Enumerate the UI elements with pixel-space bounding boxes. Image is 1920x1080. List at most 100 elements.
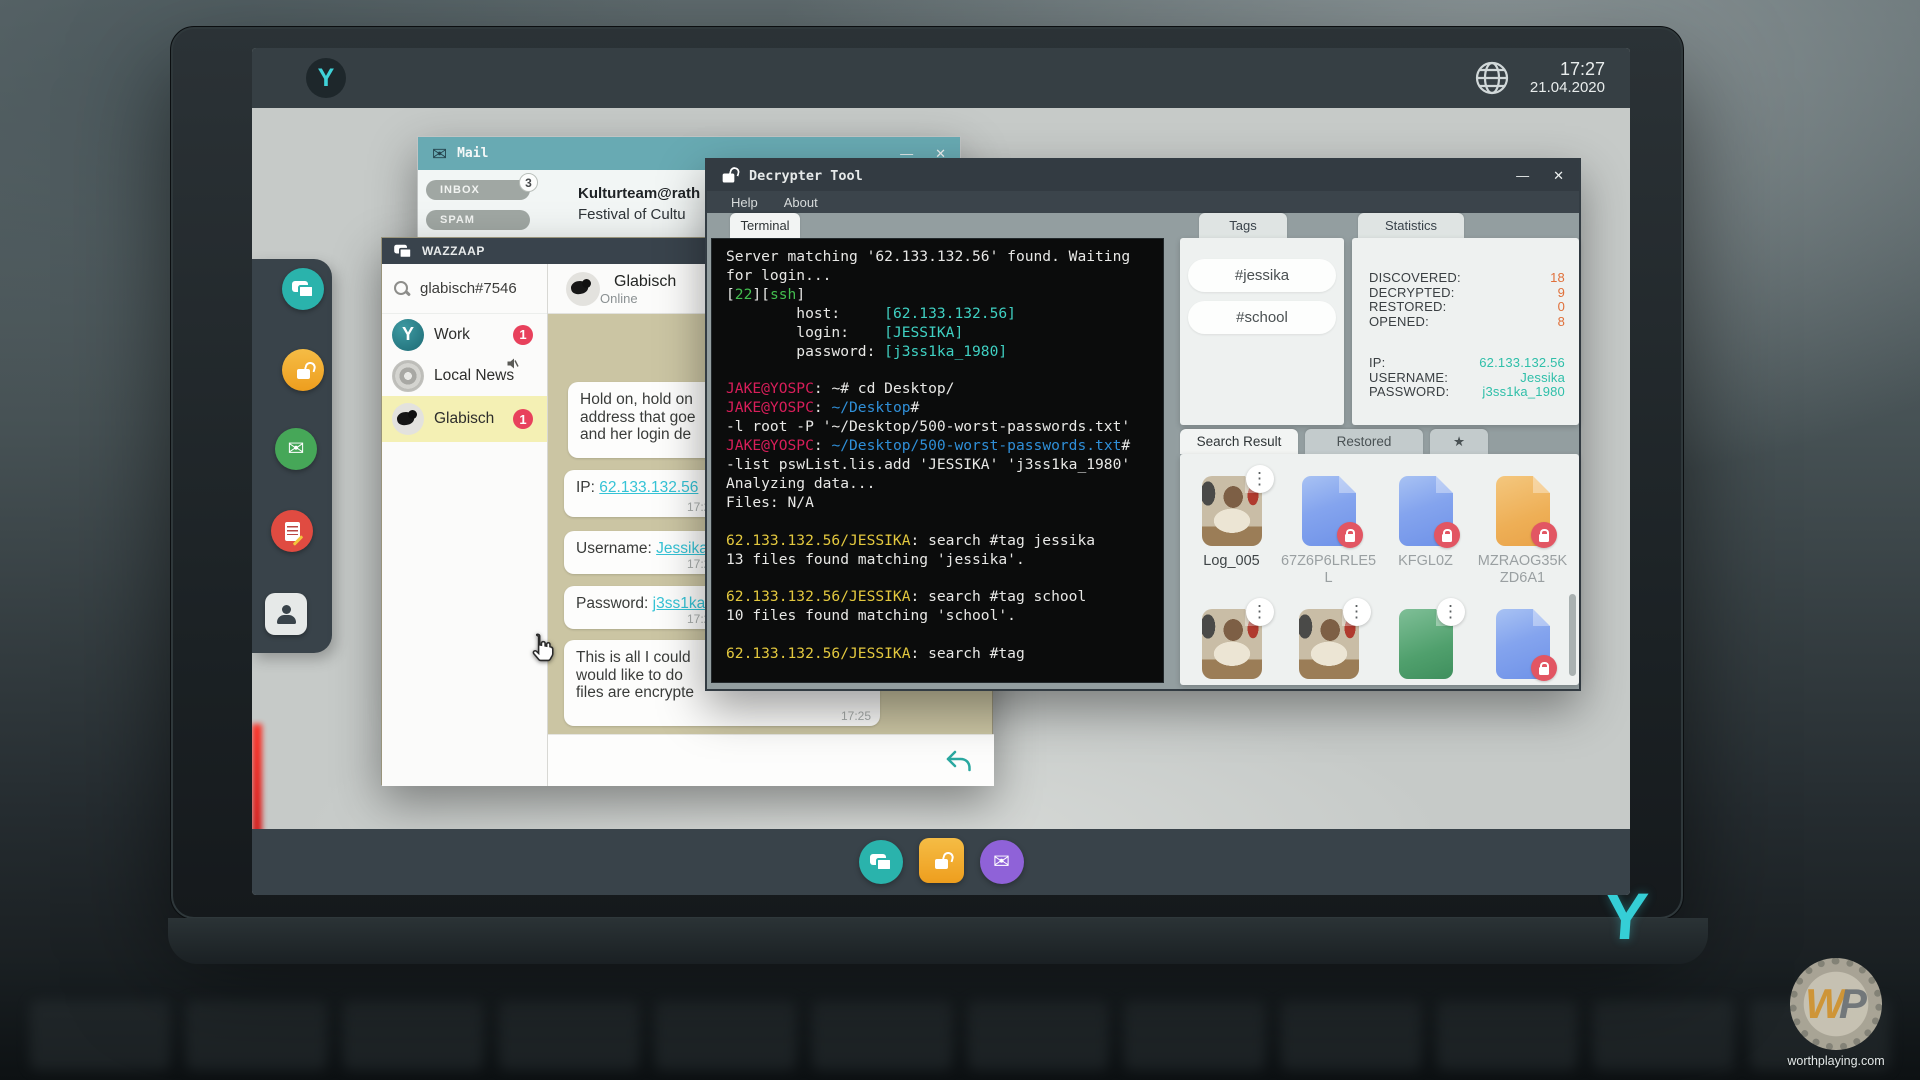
file-item[interactable]: ⋮ (1280, 597, 1377, 730)
cred-value: j3ss1ka_1980 (1482, 385, 1565, 400)
tag-school[interactable]: #school (1188, 301, 1336, 334)
y-os-logo-icon[interactable]: Y (306, 58, 346, 98)
reply-arrow-icon[interactable] (945, 749, 972, 772)
tab-favorites[interactable]: ★ (1430, 429, 1488, 454)
cred-label: USERNAME: (1369, 371, 1448, 386)
decrypter-close-button[interactable]: ✕ (1553, 169, 1564, 182)
file-item[interactable]: MZRAOG35KZD6A1 (1474, 464, 1571, 597)
terminal-line (726, 626, 1149, 645)
inbox-button[interactable]: INBOX 3 (426, 180, 530, 200)
terminal-line: 13 files found matching 'jessika'. (726, 551, 1149, 570)
tab-tags[interactable]: Tags (1199, 213, 1287, 238)
lock-badge-icon (1531, 522, 1557, 548)
tab-search-result[interactable]: Search Result (1180, 429, 1298, 454)
tags-panel: #jessika #school (1180, 238, 1344, 425)
stat-value: 9 (1558, 286, 1565, 301)
contact-name: Work (434, 326, 470, 344)
dock-decrypter-app-icon[interactable] (282, 349, 324, 391)
mail-preview-item[interactable]: Kulturteam@rath Festival of Cultu (578, 180, 700, 240)
terminal-output[interactable]: Server matching '62.133.132.56' found. W… (711, 238, 1164, 683)
file-label: Log_005 (1183, 553, 1280, 570)
dock-notes-app-icon[interactable] (271, 510, 313, 552)
file-item[interactable] (1474, 597, 1571, 730)
terminal-line: Analyzing data... (726, 475, 1149, 494)
menu-help[interactable]: Help (731, 195, 758, 210)
file-menu-button[interactable]: ⋮ (1246, 465, 1274, 493)
file-menu-button[interactable]: ⋮ (1437, 598, 1465, 626)
terminal-line: Server matching '62.133.132.56' found. W… (726, 248, 1149, 267)
wp-letter-p: P (1839, 980, 1867, 1028)
decrypter-lock-icon (723, 174, 735, 183)
dock-chat-app-icon[interactable] (282, 268, 324, 310)
chat-peer-status: Online (600, 291, 676, 306)
clock: 17:27 21.04.2020 (1530, 59, 1605, 97)
local-news-avatar (392, 360, 424, 392)
lock-badge-icon (1337, 522, 1363, 548)
file-item[interactable]: ⋮ (1377, 597, 1474, 730)
username-link[interactable]: Jessika (656, 540, 708, 557)
chat-message: IP: 62.133.132.56 17:25 (564, 470, 726, 517)
terminal-line: -l root -P '~/Desktop/500-worst-password… (726, 418, 1149, 437)
cred-label: PASSWORD: (1369, 385, 1449, 400)
menu-about[interactable]: About (784, 195, 818, 210)
contact-item-local-news[interactable]: Local News (382, 355, 547, 396)
chat-bubbles-icon (292, 281, 314, 298)
spam-button[interactable]: SPAM (426, 210, 530, 230)
file-menu-button[interactable]: ⋮ (1246, 598, 1274, 626)
decrypter-minimize-button[interactable]: — (1516, 169, 1529, 182)
tab-restored[interactable]: Restored (1305, 429, 1423, 454)
file-item[interactable]: 67Z6P6LRLE5L (1280, 464, 1377, 597)
terminal-line: Files: N/A (726, 494, 1149, 513)
decrypter-titlebar[interactable]: Decrypter Tool — ✕ (707, 160, 1579, 191)
file-item[interactable]: ⋮ Log_005 (1183, 464, 1280, 597)
contact-name: Local News (434, 367, 514, 385)
watermark: W P worthplaying.com (1766, 958, 1906, 1068)
tag-jessika[interactable]: #jessika (1188, 259, 1336, 292)
system-topbar: Y 17:27 21.04.2020 (252, 48, 1630, 108)
contact-search-field[interactable]: glabisch#7546 (382, 264, 547, 314)
file-label: MZRAOG35KZD6A1 (1474, 553, 1571, 587)
unread-badge: 1 (513, 409, 533, 429)
stat-label: OPENED: (1369, 315, 1429, 330)
terminal-line (726, 513, 1149, 532)
search-value: glabisch#7546 (420, 280, 517, 297)
decrypter-window: Decrypter Tool — ✕ Help About Terminal S… (705, 158, 1581, 691)
terminal-line: 62.133.132.56/JESSIKA: search #tag (726, 645, 1149, 664)
mail-subject: Festival of Cultu (578, 204, 700, 225)
dock-mail-app-icon[interactable]: ✉ (275, 428, 317, 470)
stat-label: RESTORED: (1369, 300, 1446, 315)
taskbar-decrypter-icon[interactable] (919, 838, 964, 883)
star-icon: ★ (1453, 434, 1465, 450)
taskbar-chat-icon[interactable] (859, 840, 903, 884)
worthplaying-logo-icon: W P (1790, 958, 1882, 1050)
tab-terminal[interactable]: Terminal (730, 213, 800, 238)
game-screen: Y 17:27 21.04.2020 ✉ (252, 48, 1630, 895)
chat-message: Username: Jessika 17:25 (564, 531, 726, 574)
file-item[interactable]: ⋮ (1183, 597, 1280, 730)
terminal-line: JAKE@YOSPC: ~/Desktop/500-worst-password… (726, 437, 1149, 456)
inbox-label: INBOX (440, 184, 480, 196)
app-dock: ✉ (252, 259, 332, 653)
file-item[interactable]: KFGL0Z (1377, 464, 1474, 597)
stat-label: DECRYPTED: (1369, 286, 1455, 301)
contact-item-glabisch[interactable]: Glabisch 1 (382, 396, 547, 442)
scene: Y 17:27 21.04.2020 ✉ (0, 0, 1920, 1080)
taskbar-mail-icon[interactable]: ✉ (980, 840, 1024, 884)
ip-link[interactable]: 62.133.132.56 (599, 479, 698, 496)
mail-folder-list: INBOX 3 SPAM (426, 180, 556, 240)
decrypter-menubar: Help About (707, 191, 1579, 213)
work-avatar: Y (392, 319, 424, 351)
chat-input-bar[interactable] (548, 734, 994, 786)
stats-credentials: IP:62.133.132.56 USERNAME:Jessika PASSWO… (1352, 356, 1579, 400)
file-menu-button[interactable]: ⋮ (1343, 598, 1371, 626)
laptop-base (168, 918, 1708, 964)
tab-statistics[interactable]: Statistics (1358, 213, 1464, 238)
envelope-icon: ✉ (993, 852, 1010, 872)
dock-profile-app-icon[interactable] (265, 593, 307, 635)
terminal-line: 62.133.132.56/JESSIKA: search #tag jessi… (726, 532, 1149, 551)
stat-value: 0 (1558, 300, 1565, 315)
contact-item-work[interactable]: Y Work 1 (382, 314, 547, 355)
terminal-line: JAKE@YOSPC: ~/Desktop# (726, 399, 1149, 418)
y-letter: Y (318, 64, 335, 93)
network-globe-icon[interactable] (1472, 58, 1512, 98)
